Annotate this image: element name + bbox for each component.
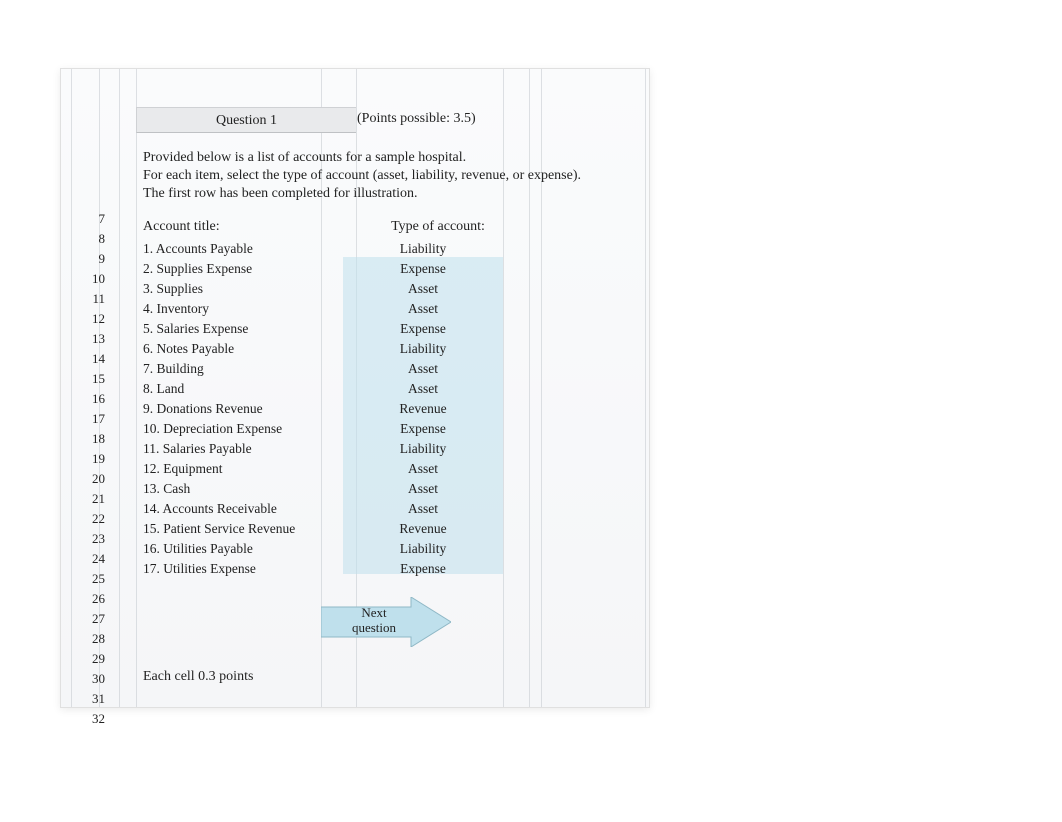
account-title-cell: 12. Equipment	[143, 459, 343, 479]
table-row: 5. Salaries ExpenseExpense	[143, 319, 523, 339]
account-title-cell: 11. Salaries Payable	[143, 439, 343, 459]
account-title-cell: 8. Land	[143, 379, 343, 399]
row-number: 20	[75, 469, 105, 489]
account-title-cell: 1. Accounts Payable	[143, 239, 343, 259]
row-number: 21	[75, 489, 105, 509]
row-number-gutter: 7891011121314151617181920212223242526272…	[75, 209, 105, 729]
header-type-of-account: Type of account:	[383, 219, 493, 235]
table-row: 16. Utilities PayableLiability	[143, 539, 523, 559]
account-title-cell: 7. Building	[143, 359, 343, 379]
row-number: 11	[75, 289, 105, 309]
account-type-cell[interactable]: Liability	[343, 439, 503, 459]
table-row: 15. Patient Service RevenueRevenue	[143, 519, 523, 539]
table-row: 2. Supplies ExpenseExpense	[143, 259, 523, 279]
row-number: 22	[75, 509, 105, 529]
account-type-cell[interactable]: Revenue	[343, 519, 503, 539]
next-question-button[interactable]: Next question	[321, 597, 451, 647]
row-number: 25	[75, 569, 105, 589]
account-type-cell[interactable]: Expense	[343, 559, 503, 579]
row-number: 16	[75, 389, 105, 409]
row-number: 15	[75, 369, 105, 389]
row-number: 10	[75, 269, 105, 289]
account-type-cell[interactable]: Asset	[343, 279, 503, 299]
account-list: 1. Accounts PayableLiability2. Supplies …	[143, 239, 523, 579]
table-row: 3. SuppliesAsset	[143, 279, 523, 299]
table-row: 14. Accounts ReceivableAsset	[143, 499, 523, 519]
spreadsheet-area: 7891011121314151617181920212223242526272…	[60, 68, 650, 708]
row-number: 29	[75, 649, 105, 669]
row-number: 19	[75, 449, 105, 469]
instruction-line: Provided below is a list of accounts for…	[143, 149, 581, 167]
table-row: 12. EquipmentAsset	[143, 459, 523, 479]
table-row: 13. CashAsset	[143, 479, 523, 499]
row-number: 26	[75, 589, 105, 609]
footer-note: Each cell 0.3 points	[143, 669, 253, 685]
account-type-cell[interactable]: Asset	[343, 499, 503, 519]
account-type-cell[interactable]: Liability	[343, 539, 503, 559]
row-number: 12	[75, 309, 105, 329]
row-number: 31	[75, 689, 105, 709]
question-label: Question 1	[136, 107, 356, 133]
points-possible-text: (Points possible: 3.5)	[357, 111, 476, 127]
instruction-line: For each item, select the type of accoun…	[143, 167, 581, 185]
account-type-cell[interactable]: Revenue	[343, 399, 503, 419]
account-type-cell[interactable]: Expense	[343, 319, 503, 339]
account-type-cell[interactable]: Asset	[343, 479, 503, 499]
row-number: 23	[75, 529, 105, 549]
row-number: 8	[75, 229, 105, 249]
row-number: 32	[75, 709, 105, 729]
row-number: 17	[75, 409, 105, 429]
account-type-cell[interactable]: Asset	[343, 359, 503, 379]
account-title-cell: 4. Inventory	[143, 299, 343, 319]
header-account-title: Account title:	[143, 219, 220, 234]
account-type-cell[interactable]: Liability	[343, 339, 503, 359]
row-number: 9	[75, 249, 105, 269]
row-number: 28	[75, 629, 105, 649]
account-title-cell: 6. Notes Payable	[143, 339, 343, 359]
instruction-line: The first row has been completed for ill…	[143, 185, 581, 203]
account-type-cell[interactable]: Asset	[343, 379, 503, 399]
table-row: 11. Salaries PayableLiability	[143, 439, 523, 459]
table-row: 6. Notes PayableLiability	[143, 339, 523, 359]
account-title-cell: 13. Cash	[143, 479, 343, 499]
account-title-cell: 15. Patient Service Revenue	[143, 519, 343, 539]
account-title-cell: 14. Accounts Receivable	[143, 499, 343, 519]
account-title-cell: 3. Supplies	[143, 279, 343, 299]
account-title-cell: 17. Utilities Expense	[143, 559, 343, 579]
row-number: 27	[75, 609, 105, 629]
table-row: 10. Depreciation ExpenseExpense	[143, 419, 523, 439]
table-row: 9. Donations RevenueRevenue	[143, 399, 523, 419]
table-row: 7. BuildingAsset	[143, 359, 523, 379]
table-row: 17. Utilities ExpenseExpense	[143, 559, 523, 579]
table-row: 1. Accounts PayableLiability	[143, 239, 523, 259]
row-number: 13	[75, 329, 105, 349]
account-title-cell: 5. Salaries Expense	[143, 319, 343, 339]
next-button-line2: question	[339, 620, 409, 635]
account-type-cell[interactable]: Asset	[343, 299, 503, 319]
table-header-row: Account title: Type of account:	[143, 219, 220, 235]
table-row: 8. LandAsset	[143, 379, 523, 399]
next-button-label: Next question	[339, 605, 409, 635]
account-type-cell[interactable]: Liability	[343, 239, 503, 259]
row-number: 24	[75, 549, 105, 569]
account-title-cell: 16. Utilities Payable	[143, 539, 343, 559]
account-title-cell: 10. Depreciation Expense	[143, 419, 343, 439]
account-title-cell: 9. Donations Revenue	[143, 399, 343, 419]
account-type-cell[interactable]: Expense	[343, 259, 503, 279]
row-number: 14	[75, 349, 105, 369]
row-number: 30	[75, 669, 105, 689]
account-type-cell[interactable]: Asset	[343, 459, 503, 479]
row-number: 7	[75, 209, 105, 229]
next-button-line1: Next	[339, 605, 409, 620]
table-row: 4. InventoryAsset	[143, 299, 523, 319]
instruction-block: Provided below is a list of accounts for…	[143, 149, 581, 203]
account-type-cell[interactable]: Expense	[343, 419, 503, 439]
account-title-cell: 2. Supplies Expense	[143, 259, 343, 279]
row-number: 18	[75, 429, 105, 449]
